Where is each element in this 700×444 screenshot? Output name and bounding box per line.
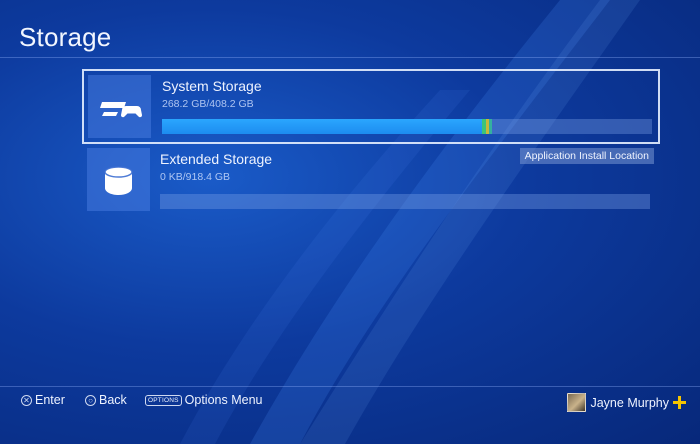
extended-storage-bar bbox=[160, 194, 650, 209]
user-info: Jayne Murphy bbox=[567, 393, 686, 412]
back-hint[interactable]: ○ Back bbox=[85, 393, 127, 407]
system-storage-row[interactable]: System Storage 268.2 GB/408.2 GB bbox=[82, 69, 660, 144]
application-install-location-badge: Application Install Location bbox=[519, 148, 654, 164]
extended-storage-name: Extended Storage bbox=[160, 151, 273, 167]
user-name: Jayne Murphy bbox=[590, 395, 669, 410]
options-label: Options Menu bbox=[184, 393, 263, 407]
console-controller-icon bbox=[100, 102, 143, 118]
cross-button-icon: ✕ bbox=[21, 394, 32, 406]
extended-storage-icon-box bbox=[87, 148, 150, 211]
enter-label: Enter bbox=[35, 393, 65, 407]
system-storage-bar-fill bbox=[162, 119, 484, 134]
system-storage-icon-box bbox=[88, 75, 151, 138]
disk-drive-icon bbox=[104, 166, 133, 195]
options-hint[interactable]: OPTIONS Options Menu bbox=[145, 393, 262, 407]
footer-divider bbox=[0, 386, 700, 387]
system-storage-name: System Storage bbox=[162, 78, 262, 94]
extended-storage-size: 0 KB/918.4 GB bbox=[160, 171, 231, 183]
enter-hint[interactable]: ✕ Enter bbox=[21, 393, 65, 407]
options-button-icon: OPTIONS bbox=[145, 394, 182, 406]
back-label: Back bbox=[99, 393, 127, 407]
footer-bar: ✕ Enter ○ Back OPTIONS Options Menu Jayn… bbox=[0, 393, 700, 413]
system-storage-bar-segment-teal bbox=[489, 119, 492, 134]
playstation-plus-icon bbox=[673, 396, 686, 409]
background-streaks bbox=[180, 0, 640, 444]
system-storage-bar bbox=[162, 119, 652, 134]
avatar bbox=[567, 393, 587, 412]
extended-storage-row[interactable]: Extended Storage 0 KB/918.4 GB Applicati… bbox=[82, 146, 660, 218]
header-divider bbox=[0, 57, 700, 58]
page-title: Storage bbox=[19, 22, 112, 52]
circle-button-icon: ○ bbox=[85, 394, 96, 406]
system-storage-size: 268.2 GB/408.2 GB bbox=[162, 98, 254, 110]
